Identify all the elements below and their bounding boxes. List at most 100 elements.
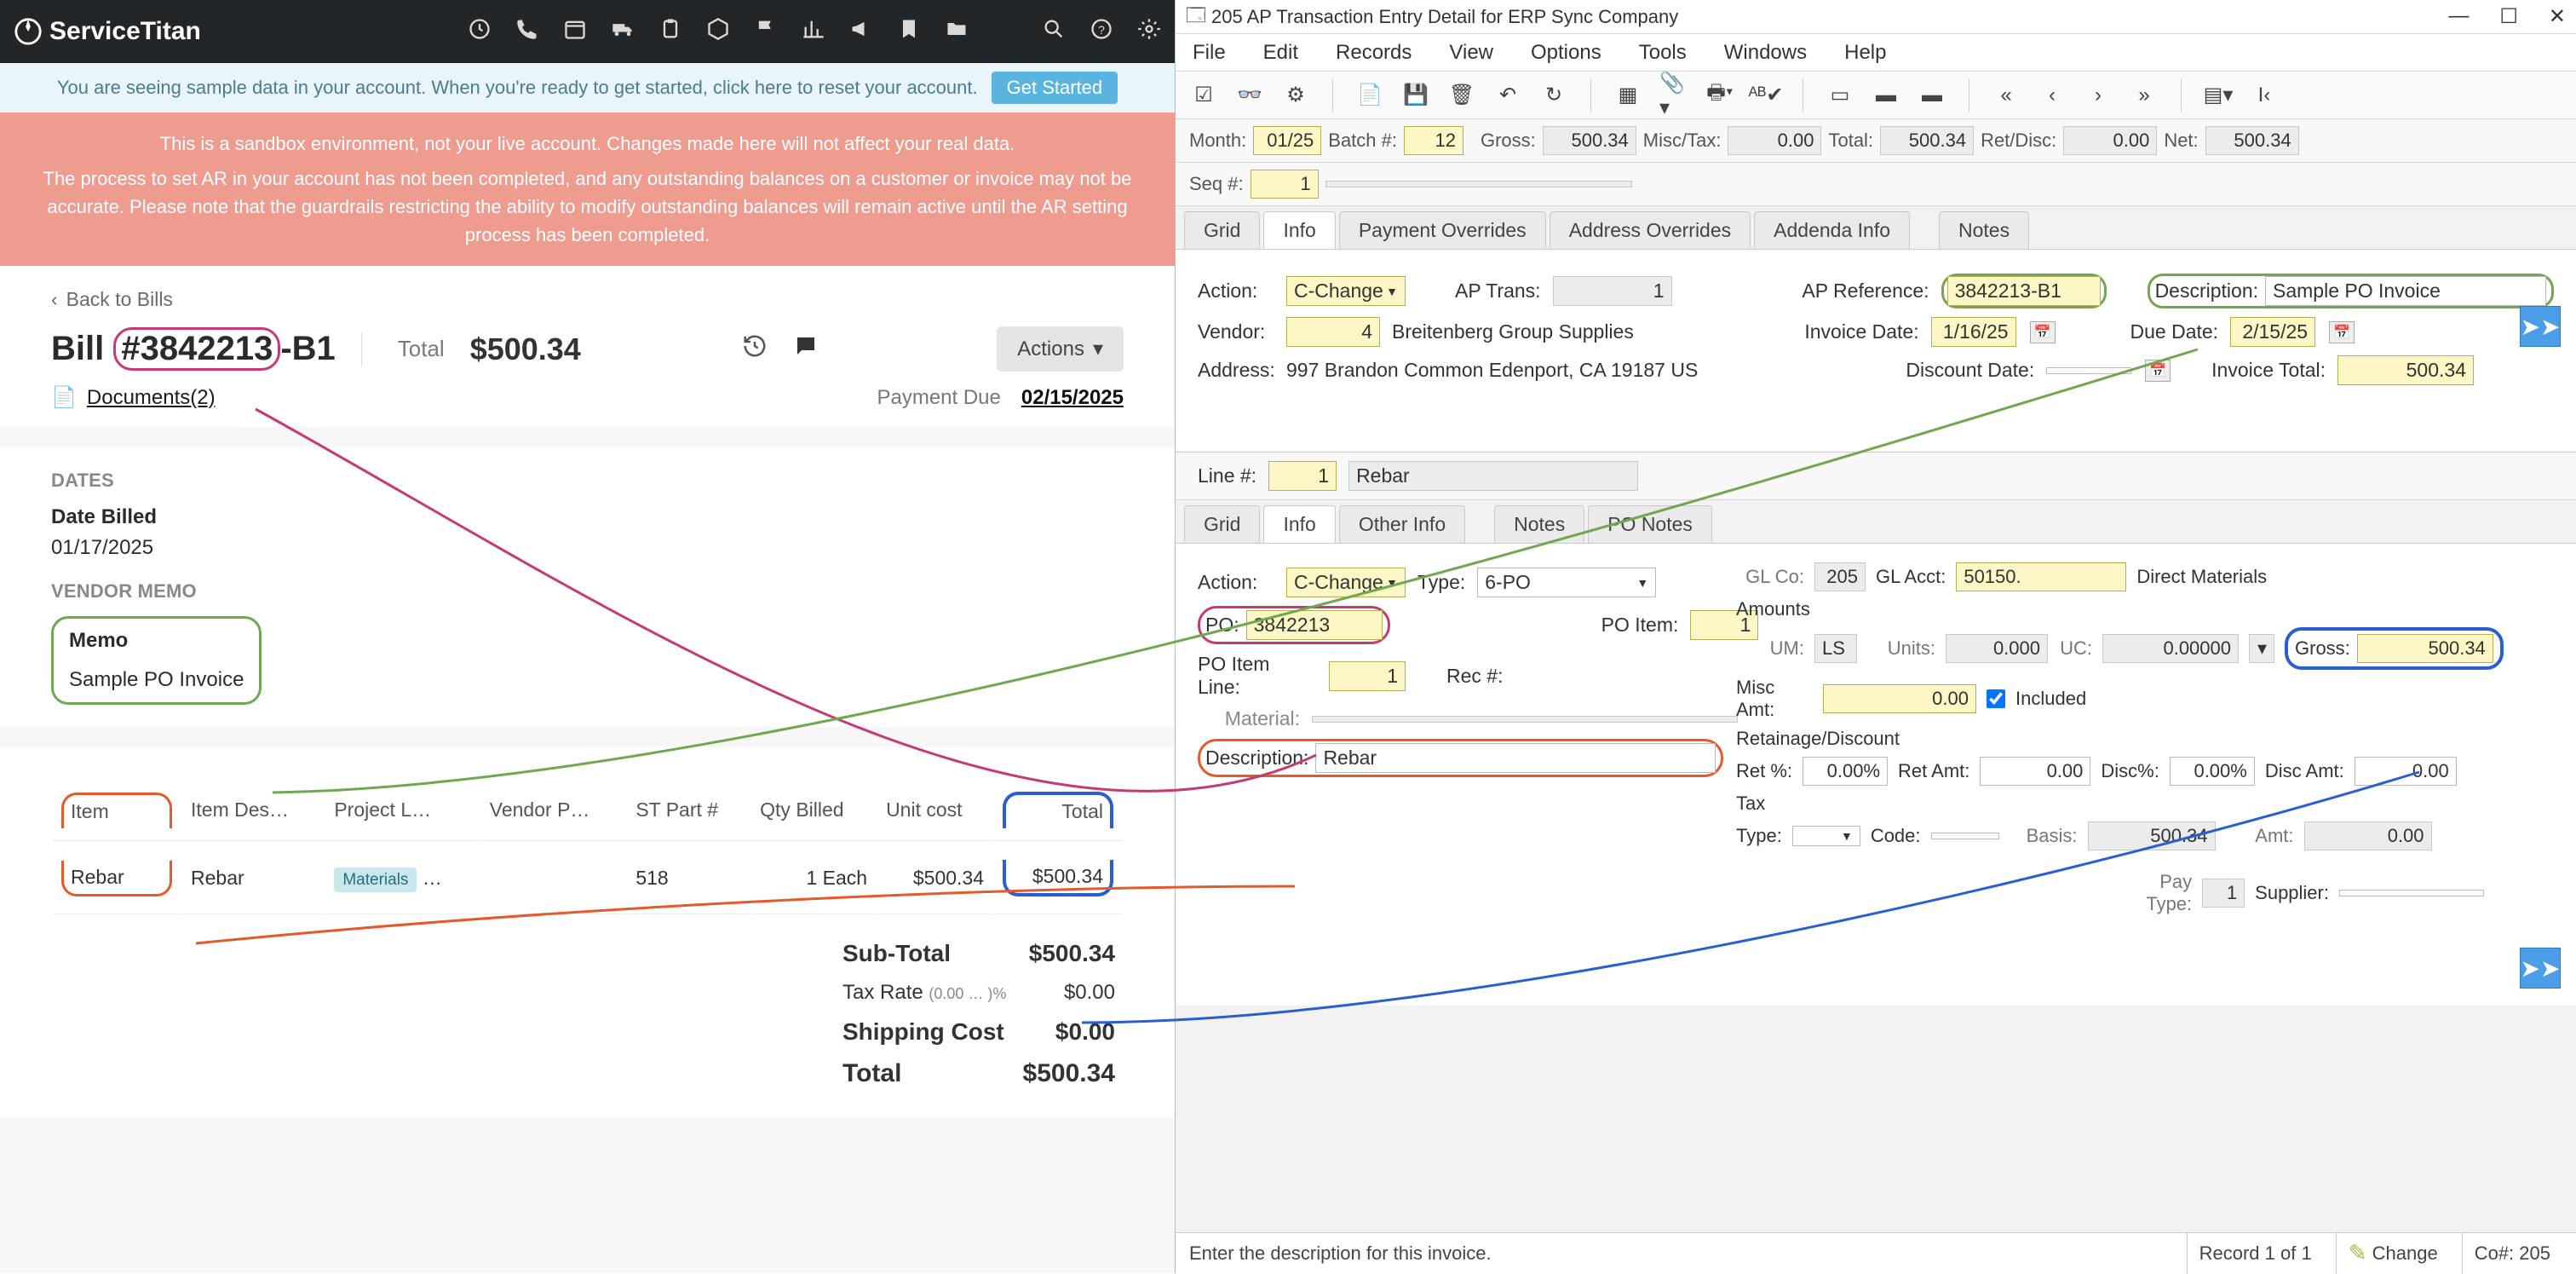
tab-payment-overrides[interactable]: Payment Overrides	[1339, 211, 1546, 249]
flag-icon[interactable]	[754, 17, 778, 47]
supplier-field[interactable]	[2339, 890, 2484, 896]
screen2-icon[interactable]: ▬	[1872, 81, 1900, 110]
calendar-icon[interactable]	[563, 17, 587, 47]
tab-grid[interactable]: Grid	[1184, 211, 1260, 249]
menu-windows[interactable]: Windows	[1724, 41, 1807, 65]
apref-field[interactable]: 3842213-B1	[1947, 276, 2101, 306]
tab2-grid[interactable]: Grid	[1184, 505, 1260, 543]
close-icon[interactable]: ✕	[2549, 4, 2566, 29]
phone-icon[interactable]	[515, 17, 539, 47]
minimize-icon[interactable]: —	[2448, 4, 2469, 29]
po-item-line-field[interactable]: 1	[1329, 661, 1406, 691]
actions-button[interactable]: Actions ▾	[997, 326, 1124, 372]
gear-icon[interactable]: ⚙	[1281, 81, 1310, 110]
chart-icon[interactable]	[802, 17, 825, 47]
included-checkbox[interactable]	[1987, 689, 2005, 708]
redo-icon[interactable]: ↻	[1539, 81, 1568, 110]
gross-field[interactable]: 500.34	[2357, 634, 2493, 663]
bookmark-icon[interactable]	[897, 17, 921, 47]
back-to-bills-link[interactable]: ‹ Back to Bills	[51, 288, 1124, 311]
folder-icon[interactable]	[945, 17, 969, 47]
gear-icon[interactable]	[1137, 17, 1161, 47]
binoculars-icon[interactable]: 👓	[1235, 81, 1264, 110]
new-icon[interactable]: 📄	[1355, 81, 1384, 110]
megaphone-icon[interactable]	[849, 17, 873, 47]
retpct-field[interactable]: 0.00%	[1803, 757, 1888, 786]
documents-link[interactable]: Documents(2)	[87, 386, 216, 410]
po-field[interactable]: 3842213	[1246, 610, 1383, 640]
delete-icon[interactable]: 🗑	[1447, 81, 1476, 110]
invoice-date-field[interactable]: 1/16/25	[1931, 317, 2016, 347]
misc-amt-field[interactable]: 0.00	[1823, 684, 1976, 713]
undo-icon[interactable]: ↶	[1493, 81, 1522, 110]
menu-help[interactable]: Help	[1844, 41, 1886, 65]
erp-window-title: 205 AP Transaction Entry Detail for ERP …	[1211, 6, 1678, 28]
batch-field[interactable]: 12	[1404, 126, 1463, 155]
get-started-button[interactable]: Get Started	[992, 72, 1118, 104]
tab2-info[interactable]: Info	[1263, 505, 1335, 543]
grid-icon[interactable]: ▦	[1613, 81, 1642, 110]
save-icon[interactable]: 💾	[1401, 81, 1430, 110]
line-desc-field[interactable]: Rebar	[1315, 743, 1716, 773]
menu-file[interactable]: File	[1193, 41, 1226, 65]
tab-notes[interactable]: Notes	[1939, 211, 2029, 249]
attach-icon[interactable]: 📎▾	[1659, 81, 1688, 110]
discamt-field[interactable]: 0.00	[2355, 757, 2457, 786]
clock-icon[interactable]	[468, 17, 492, 47]
tax-type-select[interactable]: ▼	[1792, 826, 1860, 846]
prev-icon[interactable]: ‹	[2038, 81, 2067, 110]
menu-view[interactable]: View	[1449, 41, 1493, 65]
first-icon[interactable]: «	[1992, 81, 2021, 110]
search-icon[interactable]	[1042, 17, 1066, 47]
tab2-ponotes[interactable]: PO Notes	[1588, 505, 1712, 543]
tab-address-overrides[interactable]: Address Overrides	[1550, 211, 1751, 249]
maximize-icon[interactable]: ☐	[2499, 4, 2518, 29]
history-icon[interactable]	[742, 333, 768, 365]
calendar-icon[interactable]: 📅	[2145, 360, 2171, 382]
help-icon[interactable]: ?	[1090, 17, 1113, 47]
tab-info[interactable]: Info	[1263, 211, 1335, 249]
layout-icon[interactable]: ▤▾	[2204, 81, 2233, 110]
screen3-icon[interactable]: ▬	[1918, 81, 1946, 110]
forward-arrow-button-2[interactable]: ➤➤	[2520, 948, 2561, 989]
tax-note: (0.00 … )%	[929, 985, 1006, 1002]
retamt-field[interactable]: 0.00	[1980, 757, 2090, 786]
menu-tools[interactable]: Tools	[1639, 41, 1687, 65]
menu-records[interactable]: Records	[1336, 41, 1412, 65]
check-icon[interactable]: ☑	[1189, 81, 1218, 110]
tab2-other[interactable]: Other Info	[1339, 505, 1465, 543]
month-field[interactable]: 01/25	[1253, 126, 1321, 155]
clipboard-icon[interactable]	[658, 17, 682, 47]
menu-options[interactable]: Options	[1531, 41, 1601, 65]
vendor-field[interactable]: 4	[1286, 317, 1380, 347]
seq-field[interactable]: 1	[1251, 170, 1319, 199]
action-select[interactable]: C-Change▼	[1286, 276, 1406, 306]
invoice-total-field[interactable]: 500.34	[2337, 355, 2474, 385]
spellcheck-icon[interactable]: ᴬᴮ✔	[1751, 81, 1780, 110]
line-num-field[interactable]: 1	[1268, 461, 1337, 491]
description-field[interactable]: Sample PO Invoice	[2265, 276, 2546, 306]
calendar-icon[interactable]: 📅	[2329, 321, 2355, 343]
last-icon[interactable]: »	[2130, 81, 2159, 110]
glacct-field[interactable]: 50150.	[1956, 562, 2126, 591]
discount-date-field[interactable]	[2046, 367, 2131, 374]
tax-code-field[interactable]	[1931, 833, 1999, 839]
type-select[interactable]: 6-PO▼	[1477, 568, 1656, 597]
tab-addenda[interactable]: Addenda Info	[1754, 211, 1910, 249]
tab2-notes[interactable]: Notes	[1494, 505, 1584, 543]
next-icon[interactable]: ›	[2084, 81, 2113, 110]
line-action-select[interactable]: C-Change▼	[1286, 568, 1406, 597]
st-logo[interactable]: ServiceTitan	[14, 17, 201, 46]
truck-icon[interactable]	[611, 17, 635, 47]
table-row[interactable]: Rebar Rebar Materials … 518 1 Each $500.…	[53, 843, 1122, 914]
screen1-icon[interactable]: ▭	[1826, 81, 1854, 110]
print-icon[interactable]: 🖶▾	[1705, 81, 1734, 110]
menu-edit[interactable]: Edit	[1263, 41, 1298, 65]
box-icon[interactable]	[706, 17, 730, 47]
discpct-field[interactable]: 0.00%	[2170, 757, 2255, 786]
due-date-field[interactable]: 2/15/25	[2230, 317, 2315, 347]
calendar-icon[interactable]: 📅	[2030, 321, 2056, 343]
comment-icon[interactable]	[793, 333, 819, 365]
forward-arrow-button[interactable]: ➤➤	[2520, 306, 2561, 347]
goto-first-icon[interactable]: I‹	[2250, 81, 2279, 110]
